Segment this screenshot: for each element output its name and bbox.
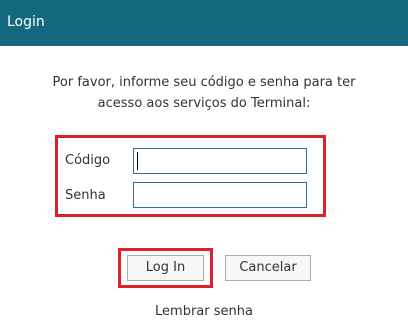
login-message-line-2: acesso aos serviços do Terminal:: [97, 96, 311, 111]
dialog-titlebar: Login: [0, 0, 408, 46]
login-message-line-1: Por favor, informe seu código e senha pa…: [52, 75, 356, 90]
senha-label: Senha: [65, 188, 106, 203]
senha-input[interactable]: [133, 182, 307, 208]
dialog-title: Login: [7, 14, 45, 30]
login-button[interactable]: Log In: [127, 255, 204, 281]
codigo-input[interactable]: [133, 148, 307, 174]
login-message: Por favor, informe seu código e senha pa…: [20, 72, 388, 114]
codigo-label: Código: [65, 153, 111, 168]
remember-password-link[interactable]: Lembrar senha: [0, 304, 408, 320]
cancel-button[interactable]: Cancelar: [225, 255, 311, 281]
text-cursor: [137, 152, 138, 170]
